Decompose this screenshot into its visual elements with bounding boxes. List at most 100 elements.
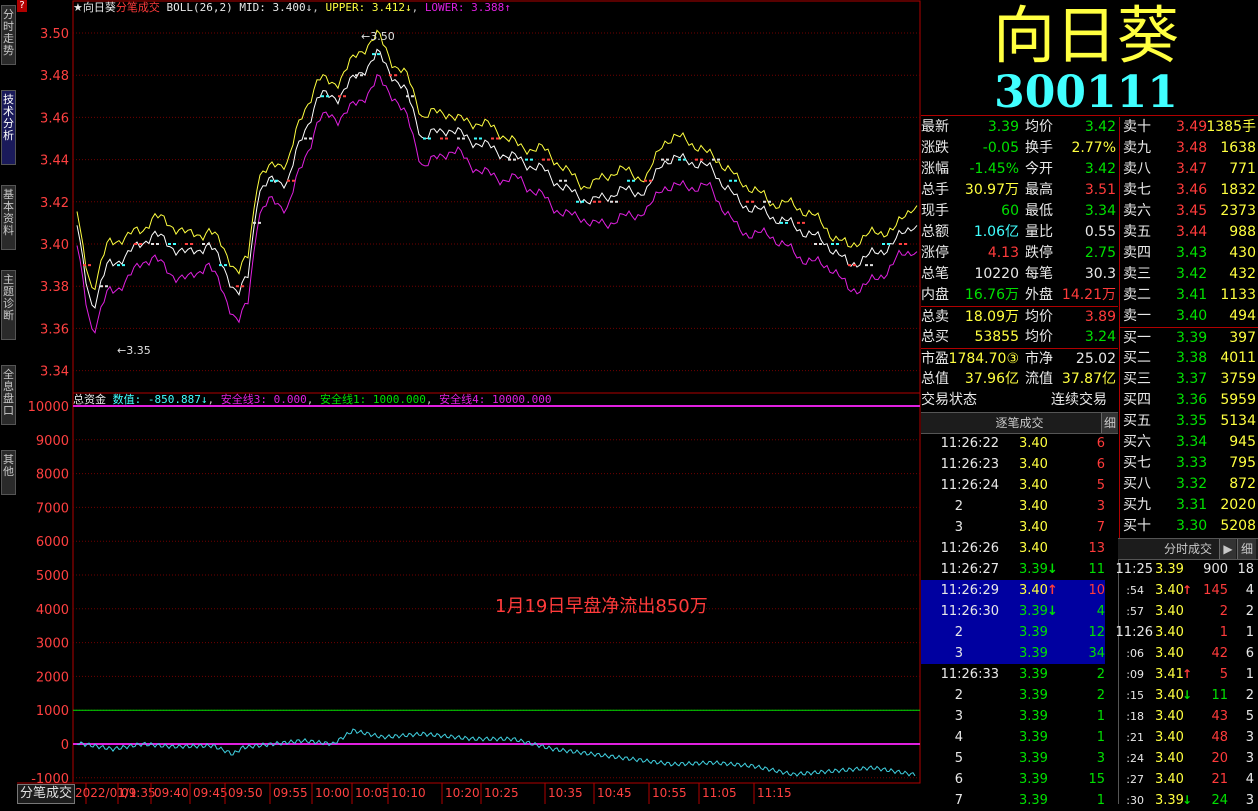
tick-row[interactable]: 6 3.39 15: [921, 769, 1105, 790]
minute-row[interactable]: :24 3.40 20 3: [1119, 748, 1258, 769]
level-price: 3.48: [1176, 140, 1208, 156]
tick-detail-button[interactable]: 细: [1101, 413, 1118, 433]
tick-time: 3: [954, 520, 963, 535]
tick-volume: 5: [1096, 478, 1105, 493]
minute-count: 5: [1245, 709, 1254, 724]
minute-header: 分时成交 ▶ 细: [1118, 538, 1258, 560]
level-label: 买九: [1123, 497, 1151, 513]
quote-value: 18.09万: [964, 309, 1019, 325]
side-tab-2[interactable]: 基本资料: [1, 185, 16, 250]
tick-volume: 1: [1096, 709, 1105, 724]
tick-row[interactable]: 3 3.40 7: [921, 517, 1105, 538]
minute-row[interactable]: 11:26 3.40 1 1: [1116, 622, 1258, 643]
tick-volume: 10: [1088, 583, 1105, 598]
minute-row[interactable]: :06 3.40 42 6: [1119, 643, 1258, 664]
time-tick-label: 10:10: [391, 786, 426, 800]
quote-label: 总买: [921, 329, 949, 345]
side-tab-5[interactable]: 其他: [1, 450, 16, 495]
legend-mode[interactable]: 分笔成交: [116, 1, 160, 14]
tick-price: 3.40: [1019, 583, 1048, 598]
minute-row[interactable]: :27 3.40 21 4: [1119, 769, 1258, 790]
tick-volume: 15: [1088, 772, 1105, 787]
side-tab-3[interactable]: 主题诊断: [1, 270, 16, 340]
tick-row[interactable]: 11:26:22 3.40 6: [921, 433, 1105, 454]
minute-row[interactable]: :30 3.39 ↓ 24 3: [1119, 790, 1258, 811]
level-volume: 1832: [1220, 182, 1256, 198]
tick-price: 3.40: [1019, 499, 1048, 514]
ask-level: 卖七 3.46 1832: [1120, 180, 1258, 201]
quote-value: 37.96亿: [964, 371, 1019, 387]
ask-level: 卖一 3.40 494: [1120, 306, 1258, 327]
quote-label: 总卖: [921, 309, 949, 325]
price-legend: ★向日葵分笔成交 BOLL(26,2) MID: 3.400↓, UPPER: …: [73, 1, 511, 14]
quote-label: 总额: [921, 224, 949, 240]
tick-row[interactable]: 2 3.39 2: [921, 685, 1105, 706]
quote-row: 总额 1.06亿 量比 0.55: [921, 222, 1118, 243]
minute-volume: 5: [1219, 667, 1228, 682]
tick-row[interactable]: 11:26:33 3.39 2: [921, 664, 1105, 685]
tick-row[interactable]: 11:26:23 3.40 6: [921, 454, 1105, 475]
tick-header-title: 逐笔成交: [995, 416, 1044, 430]
tick-row[interactable]: 11:26:24 3.40 5: [921, 475, 1105, 496]
minute-list[interactable]: 11:25 3.39 900 18:54 3.40 ↑ 145 4:57 3.40 2 2 11:26…: [1116, 559, 1258, 808]
level-price: 3.41: [1176, 287, 1208, 303]
tick-time: 11:26:29: [940, 583, 999, 598]
time-tick-label: 09:40: [154, 786, 189, 800]
minute-detail-button[interactable]: 细: [1237, 539, 1256, 559]
minute-row[interactable]: :57 3.40 2 2: [1119, 601, 1258, 622]
tick-row[interactable]: 3 3.39 34: [921, 643, 1105, 664]
tick-volume: 7: [1096, 520, 1105, 535]
tick-volume: 1: [1096, 730, 1105, 745]
quote-label: 涨停: [921, 245, 949, 261]
play-icon[interactable]: ▶: [1219, 539, 1236, 559]
flow-safe3: 安全线3: 0.000: [220, 393, 307, 406]
tick-list[interactable]: 11:26:22 3.40 6 11:26:23 3.40 6 11:26:24 3.40 5 2…: [921, 433, 1118, 808]
minute-volume: 2: [1219, 604, 1228, 619]
tick-row[interactable]: 11:26:27 3.39 ↓ 11: [921, 559, 1105, 580]
chart-frame: [72, 0, 921, 784]
side-tab-0[interactable]: 分时走势: [1, 5, 16, 65]
time-tick-label: 11:05: [702, 786, 737, 800]
quote-row: 现手 60 最低 3.34: [921, 201, 1118, 222]
minute-price: 3.40: [1155, 625, 1184, 640]
side-tab-1[interactable]: 技术分析: [1, 90, 16, 165]
quote-row: 涨幅 -1.45% 今开 3.42: [921, 159, 1118, 180]
tick-time: 4: [954, 730, 963, 745]
side-tab-4[interactable]: 全息盘口: [1, 365, 16, 425]
minute-row[interactable]: 11:25 3.39 900 18: [1116, 559, 1258, 580]
tick-time: 11:26:23: [940, 457, 999, 472]
minute-row[interactable]: :21 3.40 48 3: [1119, 727, 1258, 748]
tick-row[interactable]: 3 3.39 1: [921, 706, 1105, 727]
level-price: 3.42: [1176, 266, 1208, 282]
minute-row[interactable]: :15 3.40 ↓ 11 2: [1119, 685, 1258, 706]
level-price: 3.40: [1176, 308, 1208, 324]
minute-row[interactable]: :09 3.41 ↑ 5 1: [1119, 664, 1258, 685]
price-tick-label: 3.36: [40, 322, 69, 337]
flow-tick-label: 6000: [36, 535, 69, 550]
tick-row[interactable]: 11:26:26 3.40 13: [921, 538, 1105, 559]
level-volume: 1385手: [1206, 119, 1256, 135]
minute-row[interactable]: :54 3.40 ↑ 145 4: [1119, 580, 1258, 601]
arrow-up-icon: ↑: [1182, 583, 1193, 597]
tick-row[interactable]: 5 3.39 3: [921, 748, 1105, 769]
bottom-tab-fenbi[interactable]: 分笔成交: [17, 784, 75, 804]
tick-row[interactable]: 2 3.40 3: [921, 496, 1105, 517]
ask-level: 卖十 3.49 1385手: [1120, 117, 1258, 138]
tick-price: 3.39: [1019, 604, 1048, 619]
help-button[interactable]: ?: [17, 0, 27, 12]
tick-row[interactable]: 4 3.39 1: [921, 727, 1105, 748]
order-book: 卖十 3.49 1385手 卖九 3.48 1638 卖八 3.47 771 卖七 3.46 1832…: [1119, 117, 1258, 539]
tick-row[interactable]: 11:26:29 3.40 ↑ 10: [921, 580, 1105, 601]
tick-row[interactable]: 11:26:30 3.39 ↓ 4: [921, 601, 1105, 622]
tick-volume: 13: [1088, 541, 1105, 556]
minute-row[interactable]: :18 3.40 43 5: [1119, 706, 1258, 727]
quote-label: 外盘: [1025, 287, 1053, 303]
arrow-up-icon: ↑: [1182, 667, 1193, 681]
bid-level: 买七 3.33 795: [1120, 453, 1258, 474]
chart-annotation: 1月19日早盘净流出850万: [495, 596, 708, 617]
minute-price: 3.40: [1155, 772, 1184, 787]
tick-row[interactable]: 2 3.39 12: [921, 622, 1105, 643]
tick-row[interactable]: 7 3.39 1: [921, 790, 1105, 811]
level-volume: 494: [1229, 308, 1256, 324]
level-label: 卖四: [1123, 245, 1151, 261]
